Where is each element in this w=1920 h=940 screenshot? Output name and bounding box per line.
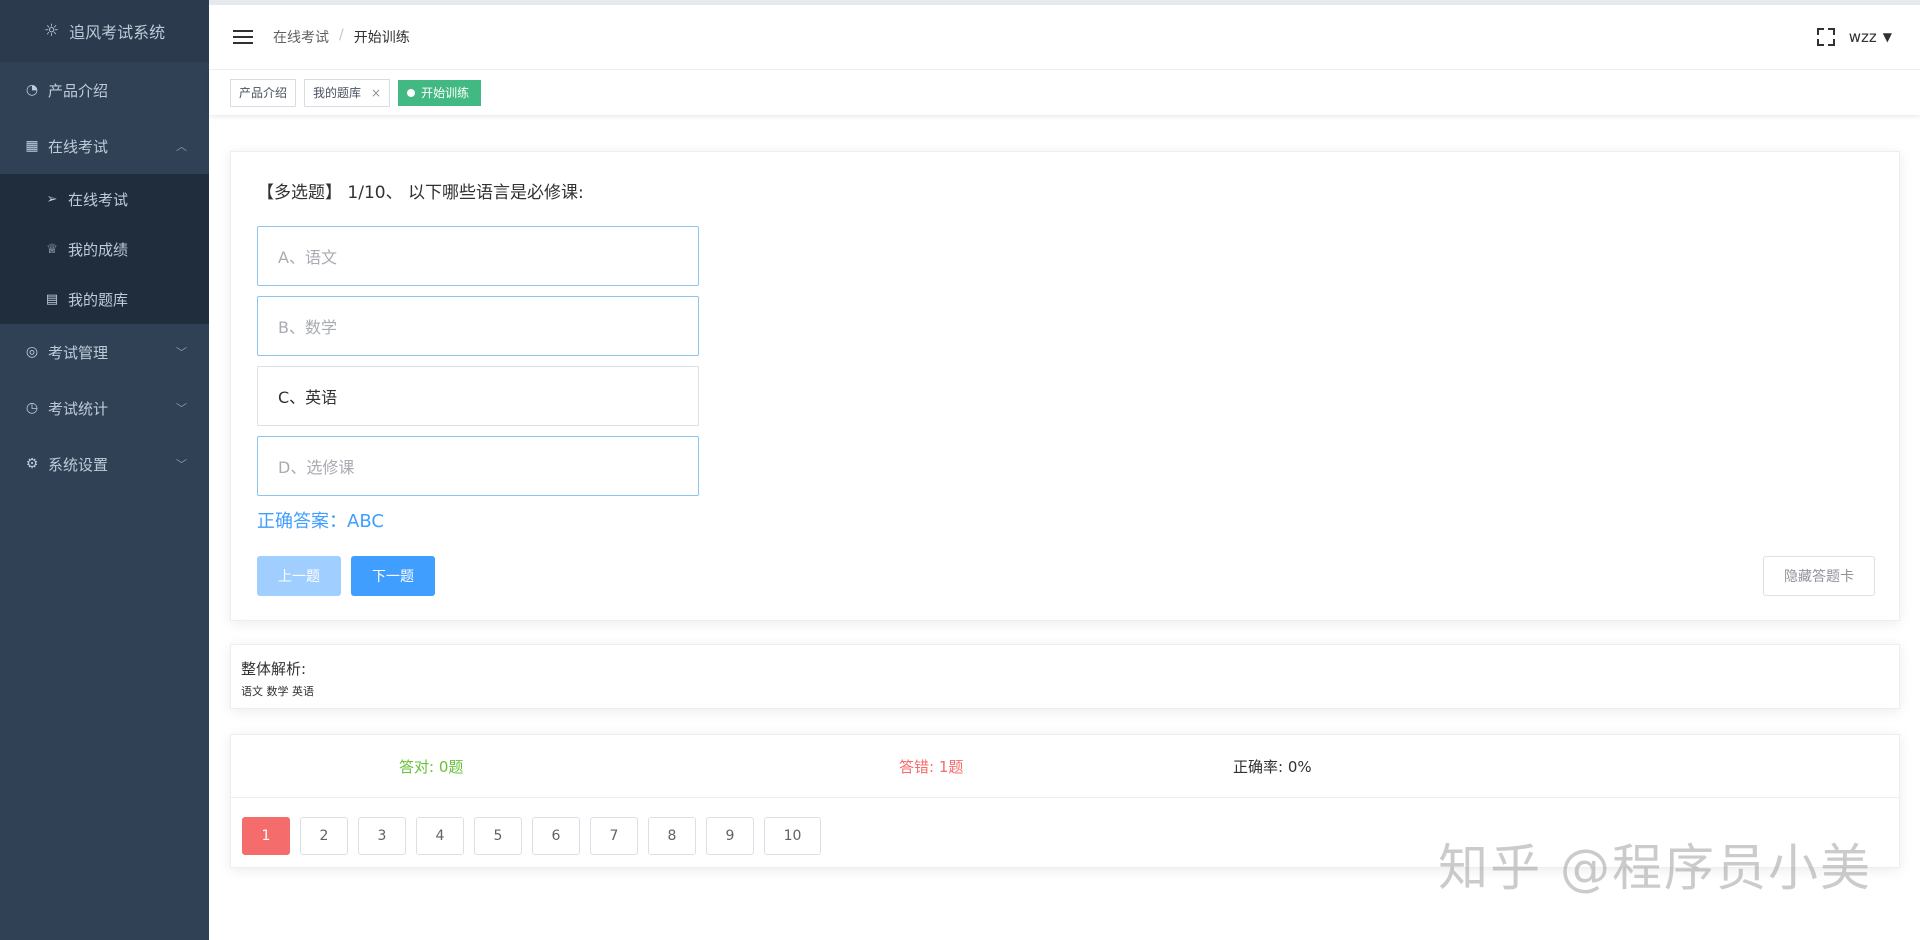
app-title: 追风考试系统 [69, 23, 166, 42]
sidebar-item-label: 在线考试 [48, 137, 109, 156]
option-b[interactable]: B、数学 [257, 296, 699, 356]
question-pager: 1 2 3 4 5 6 7 8 9 10 [242, 817, 821, 855]
question-number-button[interactable]: 1 [242, 817, 290, 855]
hamburger-icon[interactable] [233, 26, 253, 48]
fullscreen-icon[interactable] [1816, 28, 1835, 46]
question-number-button[interactable]: 10 [764, 817, 821, 855]
accuracy-rate: 正确率: 0% [1233, 758, 1312, 776]
app-logo[interactable]: ☼ 追风考试系统 [0, 0, 209, 62]
question-card: 【多选题】 1/10、 以下哪些语言是必修课: A、语文 B、数学 C、英语 D… [230, 151, 1900, 621]
option-label: B、数学 [278, 318, 337, 337]
option-label: C、英语 [278, 388, 338, 407]
caret-down-icon: ▼ [1882, 30, 1892, 44]
question-number-button[interactable]: 2 [300, 817, 348, 855]
question-title: 【多选题】 1/10、 以下哪些语言是必修课: [257, 183, 584, 203]
question-number-button[interactable]: 5 [474, 817, 522, 855]
sidebar-item-label: 系统设置 [48, 455, 109, 474]
list-icon: ▤ [45, 291, 59, 307]
top-navbar: 在线考试 / 开始训练 wzz ▼ [209, 0, 1920, 70]
question-number-button[interactable]: 8 [648, 817, 696, 855]
prev-question-button[interactable]: 上一题 [257, 556, 341, 596]
sidebar-item-label: 我的成绩 [68, 240, 129, 259]
question-number-button[interactable]: 4 [416, 817, 464, 855]
sidebar-item-label: 产品介绍 [48, 81, 109, 100]
question-number-button[interactable]: 7 [590, 817, 638, 855]
sidebar-item-label: 考试统计 [48, 399, 109, 418]
question-number-button[interactable]: 9 [706, 817, 754, 855]
gear-icon: ⚙ [25, 456, 39, 472]
dashboard-icon: ◔ [25, 82, 39, 98]
sidebar-item-exam-statistics[interactable]: ◷ 考试统计 ﹀ [0, 380, 209, 436]
option-label: D、选修课 [278, 458, 355, 477]
tag-my-question-bank[interactable]: 我的题库 × [304, 78, 391, 107]
sidebar: ☼ 追风考试系统 ◔ 产品介绍 ▦ 在线考试 ︿ ➢ 在线考试 ♕ 我的成绩 ▤… [0, 0, 209, 940]
sidebar-item-product-intro[interactable]: ◔ 产品介绍 [0, 62, 209, 118]
analysis-title: 整体解析: [241, 660, 307, 678]
chevron-down-icon: ﹀ [176, 402, 187, 415]
pie-chart-icon: ◷ [25, 400, 39, 416]
breadcrumb-separator: / [339, 27, 344, 43]
breadcrumb: 在线考试 / 开始训练 [273, 27, 410, 47]
analysis-card: 整体解析: 语文 数学 英语 [230, 644, 1900, 709]
tags-view: 产品介绍 我的题库 × 开始训练 [209, 70, 1920, 115]
tag-label: 产品介绍 [239, 86, 288, 100]
paper-plane-icon: ➢ [46, 191, 58, 207]
trophy-icon: ♕ [46, 241, 58, 257]
option-d[interactable]: D、选修课 [257, 436, 699, 496]
sidebar-subitem-my-question-bank[interactable]: ▤ 我的题库 [0, 274, 209, 324]
chevron-up-icon: ︿ [176, 140, 187, 153]
breadcrumb-item[interactable]: 在线考试 [273, 27, 329, 47]
tag-product-intro[interactable]: 产品介绍 [230, 78, 297, 107]
submenu-online-exam: ➢ 在线考试 ♕ 我的成绩 ▤ 我的题库 [0, 174, 209, 324]
score-stats: 答对: 0题 答错: 1题 正确率: 0% [231, 735, 1899, 798]
grid-icon: ▦ [25, 138, 39, 154]
tag-label: 我的题库 [313, 86, 362, 100]
option-label: A、语文 [278, 248, 337, 267]
close-icon[interactable]: × [371, 86, 381, 100]
sidebar-item-system-settings[interactable]: ⚙ 系统设置 ﹀ [0, 436, 209, 492]
wrong-count: 答错: 1题 [899, 758, 964, 776]
sun-icon: ☼ [43, 21, 60, 41]
lifebuoy-icon: ◎ [25, 344, 39, 360]
correct-answer: 正确答案：ABC [257, 511, 384, 532]
user-dropdown[interactable]: wzz ▼ [1849, 28, 1892, 46]
sidebar-item-label: 考试管理 [48, 343, 109, 362]
next-question-button[interactable]: 下一题 [351, 556, 435, 596]
chevron-down-icon: ﹀ [176, 346, 187, 359]
question-number-button[interactable]: 3 [358, 817, 406, 855]
username: wzz [1848, 28, 1877, 46]
option-a[interactable]: A、语文 [257, 226, 699, 286]
tag-label: 开始训练 [421, 86, 470, 100]
sidebar-item-label: 我的题库 [68, 290, 129, 309]
tag-start-training[interactable]: 开始训练 [398, 79, 482, 106]
correct-count: 答对: 0题 [399, 758, 464, 776]
question-number-button[interactable]: 6 [532, 817, 580, 855]
sidebar-item-online-exam[interactable]: ▦ 在线考试 ︿ [0, 118, 209, 174]
hide-answer-sheet-button[interactable]: 隐藏答题卡 [1763, 556, 1875, 596]
answer-sheet-card: 答对: 0题 答错: 1题 正确率: 0% 1 2 3 4 5 6 7 8 9 … [230, 734, 1900, 868]
sidebar-subitem-online-exam[interactable]: ➢ 在线考试 [0, 174, 209, 224]
active-dot-icon [407, 88, 416, 97]
option-c[interactable]: C、英语 [257, 366, 699, 426]
sidebar-item-exam-management[interactable]: ◎ 考试管理 ﹀ [0, 324, 209, 380]
sidebar-subitem-my-scores[interactable]: ♕ 我的成绩 [0, 224, 209, 274]
header-actions: wzz ▼ [1816, 28, 1892, 46]
breadcrumb-current: 开始训练 [353, 30, 410, 46]
sidebar-item-label: 在线考试 [68, 190, 129, 209]
analysis-text: 语文 数学 英语 [241, 685, 314, 698]
chevron-down-icon: ﹀ [176, 458, 187, 471]
